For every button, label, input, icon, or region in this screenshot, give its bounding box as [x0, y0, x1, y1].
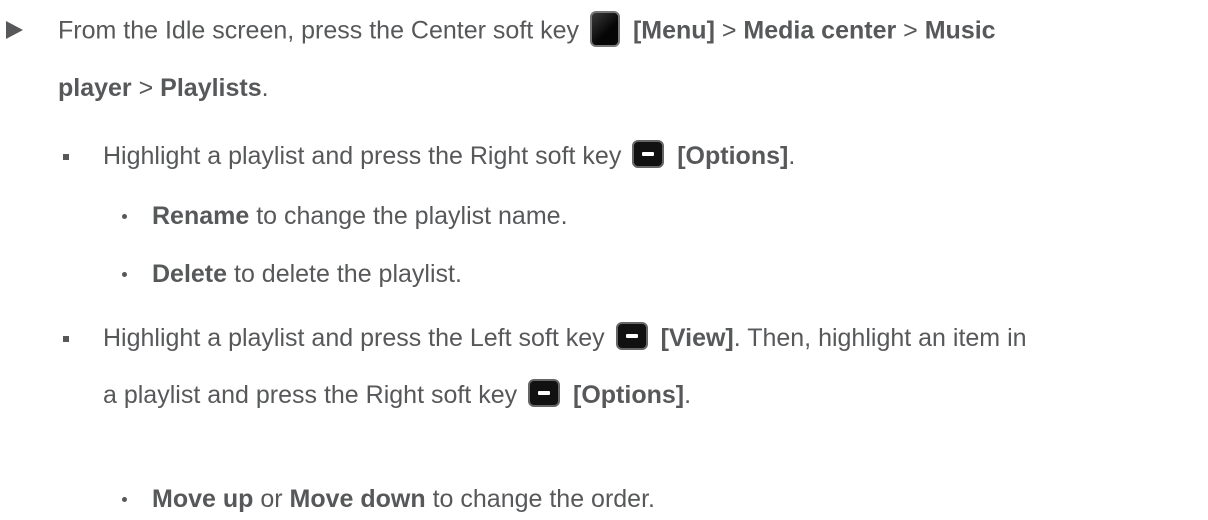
bullet2-line-1: Highlight a playlist and press the Left … [103, 322, 1027, 352]
bullet2-line-2: a playlist and press the Right soft key … [103, 379, 692, 409]
dot-bullet-icon [122, 214, 127, 219]
right-soft-key-icon [632, 140, 665, 169]
step-line-2: player > Playlists. [58, 74, 269, 102]
bullet2-sub-1: Move up or Move down to change the order… [152, 485, 655, 513]
step-arrow-icon [6, 21, 23, 39]
center-soft-key-icon [590, 11, 621, 47]
bullet1-sub-1: Rename to change the playlist name. [152, 202, 568, 230]
dot-bullet-icon [122, 272, 127, 277]
square-bullet-icon [63, 154, 69, 160]
bullet1-sub-2: Delete to delete the playlist. [152, 260, 462, 288]
step-line-1: From the Idle screen, press the Center s… [58, 11, 996, 50]
square-bullet-icon [63, 336, 69, 342]
dot-bullet-icon [122, 497, 127, 502]
bullet1-line: Highlight a playlist and press the Right… [103, 140, 796, 170]
right-soft-key-icon [528, 379, 561, 408]
left-soft-key-icon [615, 322, 648, 351]
